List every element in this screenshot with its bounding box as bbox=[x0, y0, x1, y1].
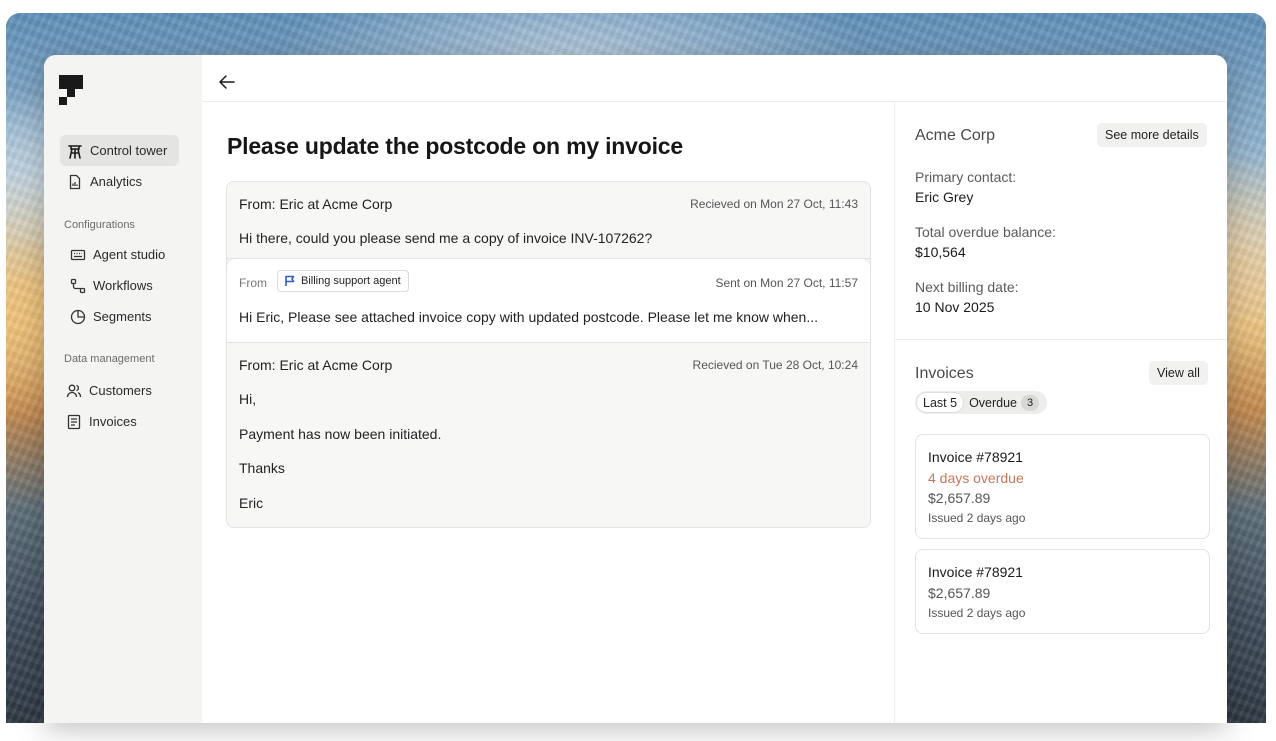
sidebar-item-workflows[interactable]: Workflows bbox=[60, 270, 179, 301]
invoice-title: Invoice #78921 bbox=[928, 449, 1023, 465]
see-more-details-button[interactable]: See more details bbox=[1097, 123, 1207, 147]
customer-name: Acme Corp bbox=[915, 127, 996, 144]
overdue-count-badge: 3 bbox=[1021, 394, 1040, 411]
sidebar-item-label: Segments bbox=[93, 309, 152, 324]
invoice-issued: Issued 2 days ago bbox=[928, 606, 1026, 620]
section-label-configurations: Configurations bbox=[64, 219, 135, 231]
message-body-line: Eric bbox=[239, 495, 264, 511]
primary-contact-label: Primary contact: bbox=[915, 169, 1017, 185]
panel-divider bbox=[895, 339, 1227, 340]
message-from-label: From bbox=[239, 276, 267, 290]
analytics-icon bbox=[67, 174, 83, 190]
invoices-heading: Invoices bbox=[915, 365, 974, 382]
sidebar-item-invoices[interactable]: Invoices bbox=[60, 406, 179, 437]
invoice-overdue-status: 4 days overdue bbox=[928, 470, 1024, 486]
overdue-balance-value: $10,564 bbox=[915, 244, 966, 260]
pie-chart-icon bbox=[70, 309, 86, 325]
sidebar-item-agent-studio[interactable]: Agent studio bbox=[60, 239, 179, 270]
message-sender: From: Eric at Acme Corp bbox=[239, 357, 393, 373]
message-inbound[interactable]: From: Eric at Acme Corp Recieved on Tue … bbox=[227, 343, 870, 527]
top-bar bbox=[202, 55, 1227, 102]
sidebar-item-analytics[interactable]: Analytics bbox=[60, 166, 179, 197]
agent-name: Billing support agent bbox=[301, 275, 401, 287]
invoice-icon bbox=[66, 414, 82, 430]
sidebar-item-control-tower[interactable]: Control tower bbox=[60, 135, 179, 166]
conversation-pane: Please update the postcode on my invoice… bbox=[202, 102, 894, 723]
invoice-title: Invoice #78921 bbox=[928, 564, 1023, 580]
message-body: Hi there, could you please send me a cop… bbox=[239, 230, 653, 246]
invoice-issued: Issued 2 days ago bbox=[928, 511, 1026, 525]
app-logo-icon[interactable] bbox=[59, 75, 83, 105]
view-all-button[interactable]: View all bbox=[1149, 361, 1208, 385]
sidebar-item-label: Agent studio bbox=[93, 247, 166, 262]
message-outbound[interactable]: From Billing support agent Sent on Mon 2… bbox=[227, 259, 870, 343]
control-tower-icon bbox=[67, 143, 83, 159]
tab-overdue[interactable]: Overdue 3 bbox=[963, 393, 1045, 412]
agent-badge[interactable]: Billing support agent bbox=[277, 270, 409, 292]
page-title: Please update the postcode on my invoice bbox=[227, 133, 683, 159]
invoice-card[interactable]: Invoice #78921 $2,657.89 Issued 2 days a… bbox=[915, 549, 1210, 634]
invoice-amount: $2,657.89 bbox=[928, 585, 991, 601]
sidebar-item-label: Control tower bbox=[90, 143, 168, 158]
message-inbound[interactable]: From: Eric at Acme Corp Recieved on Mon … bbox=[227, 182, 870, 259]
keyboard-icon bbox=[70, 247, 86, 263]
message-thread: From: Eric at Acme Corp Recieved on Mon … bbox=[226, 181, 871, 528]
message-sender: From: Eric at Acme Corp bbox=[239, 196, 393, 212]
customer-panel: Acme Corp See more details Primary conta… bbox=[894, 102, 1227, 723]
message-timestamp: Recieved on Tue 28 Oct, 10:24 bbox=[692, 358, 858, 372]
app-window: Control tower Analytics Configurations A… bbox=[44, 55, 1227, 723]
sidebar-item-segments[interactable]: Segments bbox=[60, 301, 179, 332]
sidebar-item-label: Workflows bbox=[93, 278, 153, 293]
sidebar-item-customers[interactable]: Customers bbox=[60, 375, 179, 406]
message-body-line: Thanks bbox=[239, 460, 285, 476]
message-body-line: Payment has now been initiated. bbox=[239, 426, 442, 442]
message-timestamp: Recieved on Mon 27 Oct, 11:43 bbox=[690, 197, 858, 211]
users-icon bbox=[66, 383, 82, 399]
message-body: Hi Eric, Please see attached invoice cop… bbox=[239, 309, 818, 325]
workflow-icon bbox=[70, 278, 86, 294]
invoice-filter-tabs: Last 5 Overdue 3 bbox=[915, 391, 1048, 414]
section-label-data-management: Data management bbox=[64, 353, 155, 365]
sidebar-item-label: Customers bbox=[89, 383, 152, 398]
tab-last-5[interactable]: Last 5 bbox=[917, 393, 964, 412]
overdue-balance-label: Total overdue balance: bbox=[915, 224, 1056, 240]
invoice-amount: $2,657.89 bbox=[928, 490, 991, 506]
next-billing-label: Next billing date: bbox=[915, 279, 1019, 295]
invoice-card[interactable]: Invoice #78921 4 days overdue $2,657.89 … bbox=[915, 434, 1210, 539]
flag-icon bbox=[285, 275, 295, 286]
sidebar: Control tower Analytics Configurations A… bbox=[44, 55, 202, 723]
sidebar-item-label: Invoices bbox=[89, 414, 137, 429]
message-body-line: Hi, bbox=[239, 391, 257, 407]
message-timestamp: Sent on Mon 27 Oct, 11:57 bbox=[715, 276, 858, 290]
next-billing-value: 10 Nov 2025 bbox=[915, 299, 995, 315]
primary-contact-value: Eric Grey bbox=[915, 189, 974, 205]
back-arrow-icon[interactable] bbox=[218, 73, 236, 91]
sidebar-item-label: Analytics bbox=[90, 174, 143, 189]
